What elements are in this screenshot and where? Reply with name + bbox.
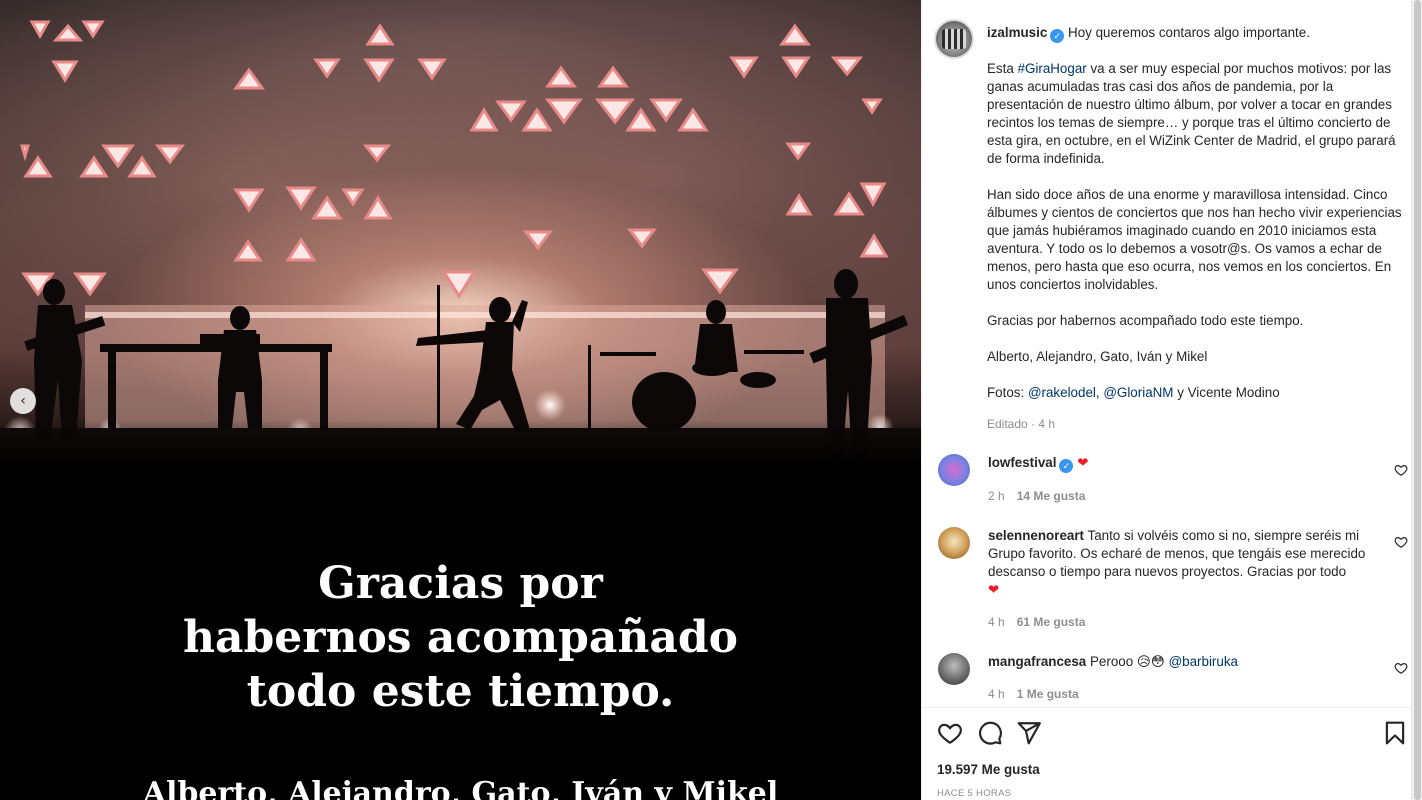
previous-image-button[interactable]: ‹ (10, 388, 36, 414)
slide-text-line: habernos acompañado (183, 612, 738, 663)
chevron-left-icon: ‹ (20, 393, 26, 409)
slide-names: Alberto, Alejandro, Gato, Iván y Mikel (142, 776, 779, 800)
caption-text: Esta (987, 61, 1018, 76)
caption-paragraph: Fotos: @rakelodel, @GloriaNM y Vicente M… (987, 384, 1405, 402)
divider (921, 707, 1411, 708)
caption-paragraph: Alberto, Alejandro, Gato, Iván y Mikel (987, 349, 1208, 364)
comment-text: mangafrancesa Perooo 😥😳 @barbiruka (988, 653, 1383, 671)
comment-likes[interactable]: 1 Me gusta (1017, 687, 1079, 701)
comment-likes[interactable]: 14 Me gusta (1017, 489, 1086, 503)
slide-text-line: todo este tiempo. (246, 666, 675, 717)
caption-edited-time: Editado · 4 h (987, 417, 1056, 431)
post-timestamp: HACE 5 HORAS (937, 788, 1012, 799)
mention-link[interactable]: @rakelodel (1028, 385, 1096, 400)
likes-count[interactable]: 19.597 Me gusta (937, 762, 1040, 777)
heart-icon[interactable] (1394, 661, 1408, 675)
verified-icon: ✓ (1050, 29, 1065, 43)
mention-link[interactable]: @GloriaNM (1103, 385, 1173, 400)
heart-emoji-icon: ❤ (1077, 455, 1089, 470)
caption-paragraph: Esta #GiraHogar va a ser muy especial po… (987, 60, 1405, 168)
post-media[interactable]: Gracias por habernos acompañado todo est… (0, 0, 921, 800)
slide-text-line: Gracias por (318, 558, 603, 609)
scrollbar[interactable] (1411, 0, 1422, 800)
comment-body: Perooo (1089, 654, 1137, 669)
comment-icon[interactable] (977, 720, 1003, 746)
comment-time: 4 h (988, 687, 1005, 701)
heart-icon[interactable] (937, 720, 963, 746)
comment-text: selennenoreart Tanto si volvéis como si … (988, 527, 1383, 599)
avatar[interactable] (938, 454, 970, 486)
verified-icon: ✓ (1059, 459, 1074, 473)
comment-username[interactable]: lowfestival (988, 455, 1056, 470)
comment-meta: 4 h 61 Me gusta (988, 615, 1085, 629)
caption-paragraph: Gracias por habernos acompañado todo est… (987, 313, 1304, 328)
flushed-emoji-icon: 😳 (1150, 654, 1165, 669)
heart-emoji-icon: ❤ (988, 582, 1000, 597)
concert-scene (0, 20, 921, 465)
avatar[interactable] (938, 527, 970, 559)
comment-time: 4 h (988, 615, 1005, 629)
scrollbar-thumb[interactable] (1414, 0, 1421, 800)
comment-time: 2 h (988, 489, 1005, 503)
caption-text: Fotos: (987, 385, 1028, 400)
heart-icon[interactable] (1394, 463, 1408, 477)
hashtag-link[interactable]: #GiraHogar (1018, 61, 1087, 76)
comment-meta: 2 h 14 Me gusta (988, 489, 1085, 503)
sad-emoji-icon: 😥 (1136, 654, 1151, 669)
share-icon[interactable] (1016, 720, 1042, 746)
mention-link[interactable]: @barbiruka (1169, 654, 1238, 669)
comment-likes[interactable]: 61 Me gusta (1017, 615, 1086, 629)
save-icon[interactable] (1382, 720, 1408, 746)
avatar[interactable] (934, 19, 974, 59)
caption-body: Esta #GiraHogar va a ser muy especial po… (987, 60, 1405, 420)
comment-username[interactable]: selennenoreart (988, 528, 1084, 543)
caption-headline: Hoy queremos contaros algo importante. (1068, 25, 1310, 40)
heart-icon[interactable] (1394, 535, 1408, 549)
comment-username[interactable]: mangafrancesa (988, 654, 1086, 669)
comment-meta: 4 h 1 Me gusta (988, 687, 1079, 701)
caption-text: va a ser muy especial por muchos motivos… (987, 61, 1396, 166)
caption-text: y Vicente Modino (1173, 385, 1280, 400)
avatar[interactable] (938, 653, 970, 685)
comment-text: lowfestival ✓ ❤ (988, 454, 1383, 473)
post-username[interactable]: izalmusic (987, 25, 1047, 40)
caption-header: izalmusic ✓ Hoy queremos contaros algo im… (987, 24, 1407, 43)
caption-paragraph: Han sido doce años de una enorme y marav… (987, 187, 1402, 292)
concert-photo (0, 0, 921, 465)
